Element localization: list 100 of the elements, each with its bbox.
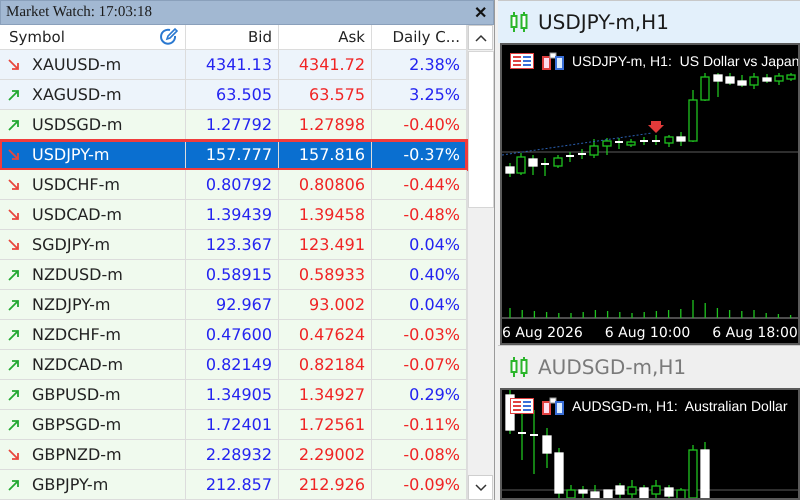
candlestick [603,489,613,498]
symbol-row[interactable]: GBPNZD-m 2.28932 2.29002 -0.08% [0,440,467,470]
data-window-icon[interactable] [542,397,564,415]
candlestick [640,137,648,145]
candlestick [664,485,674,498]
symbol-name: USDCAD-m [32,205,122,224]
candlestick [589,139,599,158]
column-header[interactable]: Symbol [9,28,65,46]
symbol-row[interactable]: NZDCHF-m 0.47600 0.47624 -0.03% [0,320,467,350]
ask-price: 63.575 [279,80,372,109]
ask-price: 1.34927 [279,380,372,409]
candlestick [774,73,784,85]
daily-change: -0.37% [372,140,467,169]
symbol-row[interactable]: USDJPY-m 157.777 157.816 -0.37% [0,140,467,170]
bid-price: 212.857 [186,470,279,499]
chart-window-tab[interactable]: USDJPY-m,H1 [498,0,800,43]
list-icon[interactable] [510,53,534,69]
candlestick [713,73,723,97]
ask-price: 1.72561 [279,410,372,439]
scrollbar-thumb[interactable] [468,51,494,208]
symbol-row[interactable]: USDCAD-m 1.39439 1.39458 -0.48% [0,200,467,230]
candlestick [749,73,759,89]
sell-signal-icon [648,121,664,133]
candlestick [578,486,588,498]
symbol-name: GBPNZD-m [32,445,122,464]
bid-price: 1.39439 [186,200,279,229]
bid-price: 0.82149 [186,350,279,379]
symbol-row[interactable]: GBPUSD-m 1.34905 1.34927 0.29% [0,380,467,410]
bid-price: 92.967 [186,290,279,319]
time-axis-label: 6 Aug 18:00 [712,325,798,341]
close-button[interactable]: ✕ [474,2,487,22]
candlestick [541,158,549,176]
candlestick [615,483,625,498]
candlestick [639,485,649,498]
symbol-row[interactable]: USDSGD-m 1.27792 1.27898 -0.40% [0,110,467,140]
bid-price: 4341.13 [186,50,279,79]
column-header[interactable]: Daily C... [392,28,460,46]
ask-price: 212.926 [279,470,372,499]
symbol-name: USDSGD-m [32,115,122,134]
ask-price: 93.002 [279,290,372,319]
ask-price: 2.29002 [279,440,372,469]
bid-price: 157.777 [186,140,279,169]
candlestick [615,138,623,149]
list-icon[interactable] [510,398,534,414]
candlestick [700,442,710,498]
edit-icon[interactable] [159,27,179,47]
candlestick [786,73,796,81]
symbol-name: NZDUSD-m [32,265,123,284]
scroll-up-button[interactable] [468,25,493,50]
symbol-row[interactable]: NZDUSD-m 0.58915 0.58933 0.40% [0,260,467,290]
bid-price: 1.72401 [186,410,279,439]
candlestick [652,135,660,145]
symbol-name: USDCHF-m [32,175,120,194]
ask-price: 157.816 [279,140,372,169]
candlestick-icon [510,356,528,378]
symbol-name: GBPJPY-m [32,475,108,494]
candlestick [676,132,686,146]
symbol-row[interactable]: XAGUSD-m 63.505 63.575 3.25% [0,80,467,110]
column-header[interactable]: Bid [248,28,272,46]
symbol-name: SGDJPY-m [32,235,110,254]
symbol-row[interactable]: GBPJPY-m 212.857 212.926 -0.09% [0,470,467,500]
candlestick [528,155,538,175]
candlestick [762,74,772,83]
candlestick [626,139,636,147]
candlestick [566,152,574,162]
scroll-down-button[interactable] [468,475,493,500]
ask-price: 0.82184 [279,350,372,379]
chevron-up-icon [474,34,486,42]
symbol-name: NZDJPY-m [32,295,110,314]
chart-title: AUDSGD-m, H1: Australian Dollar [572,398,788,414]
column-header[interactable]: Ask [338,28,365,46]
bid-price: 0.58915 [186,260,279,289]
symbol-name: NZDCAD-m [32,355,124,374]
candlestick [590,485,600,498]
time-axis-label: 6 Aug 2026 [502,325,583,341]
symbol-row[interactable]: XAUUSD-m 4341.13 4341.72 2.38% [0,50,467,80]
candlestick [542,428,552,468]
ask-price: 4341.72 [279,50,372,79]
bid-price: 1.34905 [186,380,279,409]
bid-price: 63.505 [186,80,279,109]
symbol-name: XAUUSD-m [32,55,122,74]
symbol-row[interactable]: GBPSGD-m 1.72401 1.72561 -0.11% [0,410,467,440]
symbol-row[interactable]: USDCHF-m 0.80792 0.80806 -0.44% [0,170,467,200]
ask-price: 0.80806 [279,170,372,199]
bid-price: 123.367 [186,230,279,259]
symbol-row[interactable]: NZDCAD-m 0.82149 0.82184 -0.07% [0,350,467,380]
time-axis-label: 6 Aug 10:00 [604,325,690,341]
bid-price: 0.47600 [186,320,279,349]
candlestick [553,155,563,168]
symbol-row[interactable]: NZDJPY-m 92.967 93.002 0.04% [0,290,467,320]
symbol-name: NZDCHF-m [32,325,122,344]
candlestick [725,73,735,85]
symbol-name: GBPSGD-m [32,415,122,434]
symbol-row[interactable]: SGDJPY-m 123.367 123.491 0.04% [0,230,467,260]
candlestick [688,90,698,142]
symbol-name: USDJPY-m [32,145,110,164]
bid-price: 0.80792 [186,170,279,199]
chart-tab-title: AUDSGD-m,H1 [538,355,686,379]
data-window-icon[interactable] [542,52,564,70]
bid-price: 2.28932 [186,440,279,469]
